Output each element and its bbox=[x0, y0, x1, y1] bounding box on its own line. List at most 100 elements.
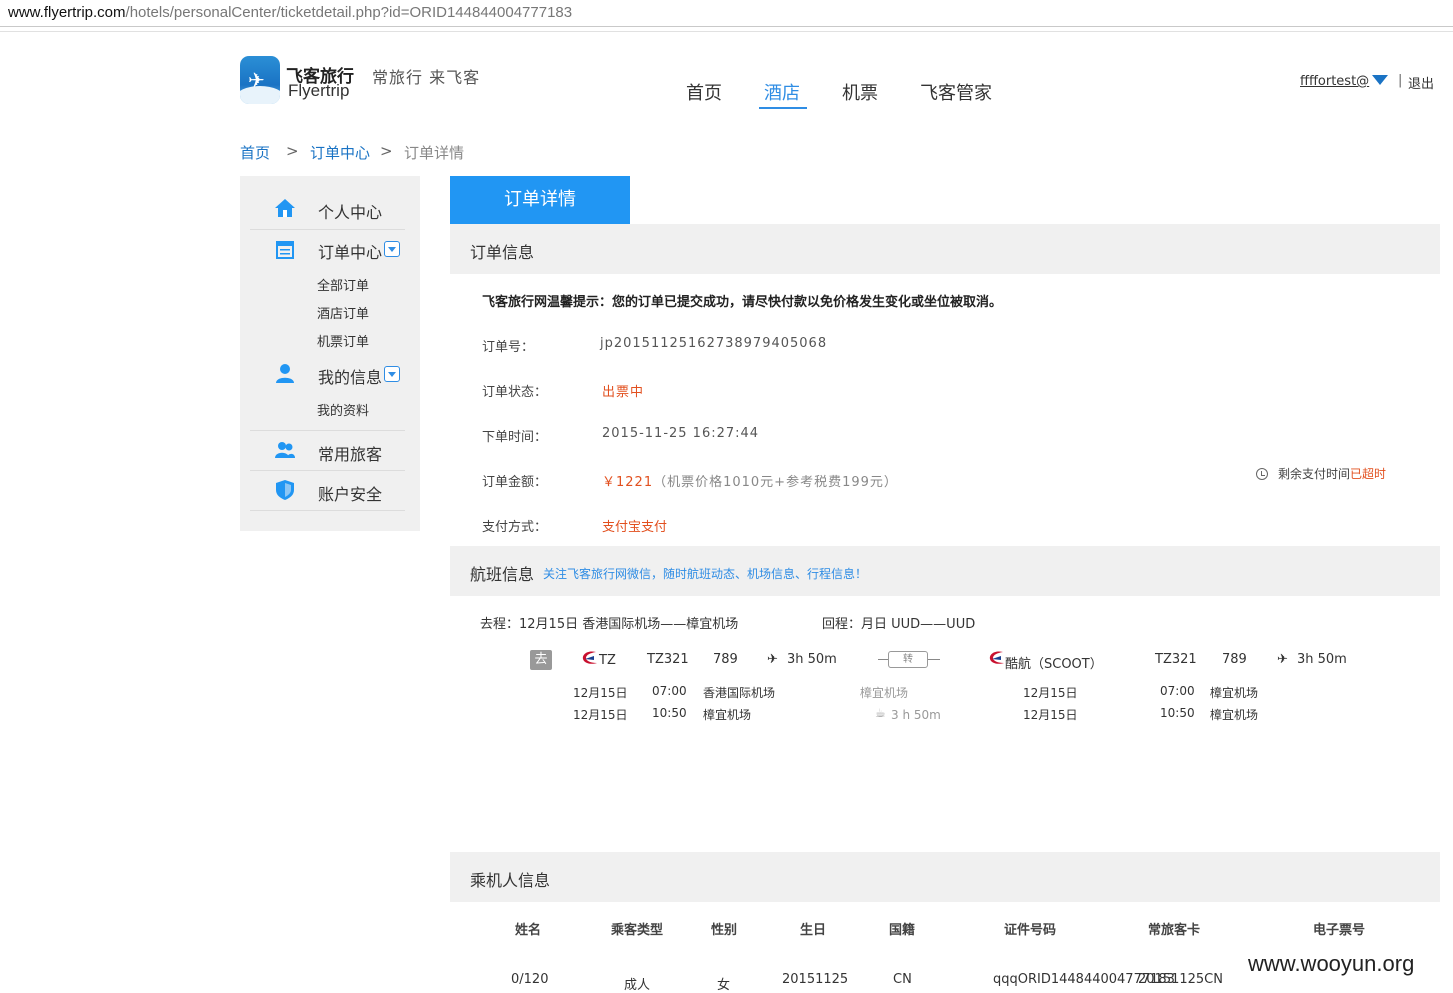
passenger-info-header: 乘机人信息 bbox=[450, 852, 1440, 902]
calendar-icon bbox=[276, 241, 294, 259]
nav-hotel[interactable]: 酒店 bbox=[764, 79, 800, 105]
logo-plane-icon: ✈ bbox=[240, 56, 280, 104]
sidebar-item-personal[interactable]: 个人中心 bbox=[318, 199, 382, 223]
leg1-arr-time: 10:50 bbox=[652, 706, 687, 720]
breadcrumb-sep: > bbox=[380, 142, 393, 160]
coffee-icon: ☕ bbox=[875, 706, 886, 720]
leg2-dep-airport: 樟宜机场 bbox=[1210, 686, 1259, 700]
order-info-header: 订单信息 bbox=[450, 224, 1440, 274]
nav-active-indicator bbox=[759, 107, 807, 109]
transfer-airport: 樟宜机场 bbox=[860, 686, 909, 700]
pay-timer-text: 剩余支付时间 bbox=[1278, 467, 1351, 481]
url-path: /hotels/personalCenter/ticketdetail.php?… bbox=[125, 4, 573, 21]
nav-butler[interactable]: 飞客管家 bbox=[920, 79, 992, 105]
order-time-value: 2015-11-25 16:27:44 bbox=[602, 426, 760, 441]
nav-flights[interactable]: 机票 bbox=[842, 79, 878, 105]
clock-icon bbox=[1256, 468, 1268, 480]
time-label: 下单时间： bbox=[482, 430, 548, 445]
sidebar-sub-all-orders[interactable]: 全部订单 bbox=[317, 275, 369, 294]
leg1-arr-date: 12月15日 bbox=[573, 708, 628, 722]
amount-total: ￥1221 bbox=[602, 475, 654, 490]
col-birthday: 生日 bbox=[800, 923, 827, 938]
home-icon bbox=[275, 199, 295, 217]
pay-timer: 剩余支付时间已超时 bbox=[1256, 465, 1386, 482]
passenger-nationality: CN bbox=[893, 972, 912, 987]
address-bar[interactable]: www.flyertrip.com/hotels/personalCenter/… bbox=[0, 0, 1453, 27]
leg1-plane: 789 bbox=[713, 652, 738, 667]
order-notice: 飞客旅行网温馨提示：您的订单已提交成功，请尽快付款以免价格发生变化或坐位被取消。 bbox=[482, 295, 1003, 310]
passenger-name: 0/120 bbox=[511, 972, 549, 987]
leg1-airline: TZ bbox=[599, 653, 616, 668]
leg1-flight-no: TZ321 bbox=[647, 652, 689, 667]
leg1-arr-airport: 樟宜机场 bbox=[703, 708, 752, 722]
col-name: 姓名 bbox=[515, 923, 542, 938]
plane-icon: ✈ bbox=[767, 652, 778, 667]
orders-expand-icon[interactable] bbox=[384, 241, 400, 257]
col-frequent-flyer: 常旅客卡 bbox=[1148, 923, 1201, 938]
airline-logo-icon bbox=[582, 651, 597, 664]
leg1-dep-date: 12月15日 bbox=[573, 686, 628, 700]
flight-info-header: 航班信息 关注飞客旅行网微信，随时航班动态、机场信息、行程信息！ bbox=[450, 546, 1440, 596]
col-eticket: 电子票号 bbox=[1313, 923, 1366, 938]
amount-detail: （机票价格1010元+参考税费199元） bbox=[653, 475, 898, 490]
sidebar-item-security[interactable]: 账户安全 bbox=[318, 481, 382, 505]
logout-link[interactable]: 退出 bbox=[1408, 73, 1434, 92]
sidebar: 个人中心 订单中心 全部订单 酒店订单 机票订单 我的信息 我的资料 常用旅客 … bbox=[240, 176, 420, 531]
col-nationality: 国籍 bbox=[889, 923, 916, 938]
user-account-link[interactable]: ffffortest@ bbox=[1300, 74, 1369, 89]
flight-info-note[interactable]: 关注飞客旅行网微信，随时航班动态、机场信息、行程信息！ bbox=[543, 565, 867, 582]
leg2-airline: 酷航（SCOOT） bbox=[1005, 657, 1103, 672]
pay-method-label: 支付方式： bbox=[482, 520, 548, 535]
sidebar-item-travelers[interactable]: 常用旅客 bbox=[318, 441, 382, 465]
airline-logo-icon bbox=[989, 651, 1004, 664]
tab-order-detail[interactable]: 订单详情 bbox=[450, 176, 630, 224]
route-outbound: 去程：12月15日 香港国际机场——樟宜机场 bbox=[480, 617, 739, 632]
passenger-info-title: 乘机人信息 bbox=[470, 871, 551, 890]
url-host: www.flyertrip.com bbox=[8, 4, 126, 21]
breadcrumb-sep: > bbox=[286, 142, 299, 160]
brand-name-en: Flyertrip bbox=[288, 81, 350, 100]
leg1-dep-airport: 香港国际机场 bbox=[703, 686, 776, 700]
breadcrumb-order-center[interactable]: 订单中心 bbox=[310, 142, 370, 163]
breadcrumb-home[interactable]: 首页 bbox=[240, 142, 270, 163]
sidebar-divider bbox=[250, 229, 405, 230]
flight-info-title: 航班信息 bbox=[470, 565, 535, 584]
transfer-label: 转 bbox=[888, 651, 928, 668]
col-id-number: 证件号码 bbox=[1004, 923, 1057, 938]
order-no-value: jp20151125162738979405068 bbox=[600, 336, 828, 351]
amount-value: ￥1221（机票价格1010元+参考税费199元） bbox=[602, 471, 898, 490]
amount-label: 订单金额： bbox=[482, 475, 548, 490]
watermark: www.wooyun.org bbox=[1248, 951, 1415, 976]
leg2-flight-no: TZ321 bbox=[1155, 652, 1197, 667]
sidebar-item-orders[interactable]: 订单中心 bbox=[318, 239, 382, 263]
status-value: 出票中 bbox=[602, 385, 645, 400]
order-no-label: 订单号： bbox=[482, 340, 535, 355]
leg2-dep-time: 07:00 bbox=[1160, 684, 1195, 698]
passenger-gender: 女 bbox=[717, 978, 731, 993]
user-icon bbox=[276, 364, 294, 383]
sidebar-sub-hotel-orders[interactable]: 酒店订单 bbox=[317, 303, 369, 322]
shield-icon bbox=[276, 480, 294, 500]
nav-home[interactable]: 首页 bbox=[686, 79, 722, 105]
breadcrumb-current: 订单详情 bbox=[404, 144, 465, 162]
sidebar-divider bbox=[250, 470, 405, 471]
site-logo[interactable]: ✈ 飞客旅行 Flyertrip 常旅行 来飞客 bbox=[240, 56, 500, 106]
status-label: 订单状态： bbox=[482, 385, 548, 400]
myinfo-expand-icon[interactable] bbox=[384, 366, 400, 382]
leg2-plane: 789 bbox=[1222, 652, 1247, 667]
sidebar-item-myinfo[interactable]: 我的信息 bbox=[318, 364, 382, 388]
order-info-title: 订单信息 bbox=[470, 243, 535, 262]
travelers-icon bbox=[275, 442, 295, 458]
user-separator: | bbox=[1398, 73, 1403, 88]
caret-down-icon[interactable] bbox=[1372, 75, 1388, 85]
brand-slogan: 常旅行 来飞客 bbox=[372, 68, 481, 87]
passenger-birthday: 20151125 bbox=[782, 972, 849, 987]
leg2-arr-time: 10:50 bbox=[1160, 706, 1195, 720]
plane-icon: ✈ bbox=[1277, 652, 1288, 667]
header-divider bbox=[0, 31, 1453, 32]
passenger-type: 成人 bbox=[624, 978, 651, 993]
sidebar-sub-profile[interactable]: 我的资料 bbox=[317, 400, 369, 419]
pay-method-value: 支付宝支付 bbox=[602, 520, 668, 535]
sidebar-divider bbox=[250, 510, 405, 511]
sidebar-sub-flight-orders[interactable]: 机票订单 bbox=[317, 331, 369, 350]
